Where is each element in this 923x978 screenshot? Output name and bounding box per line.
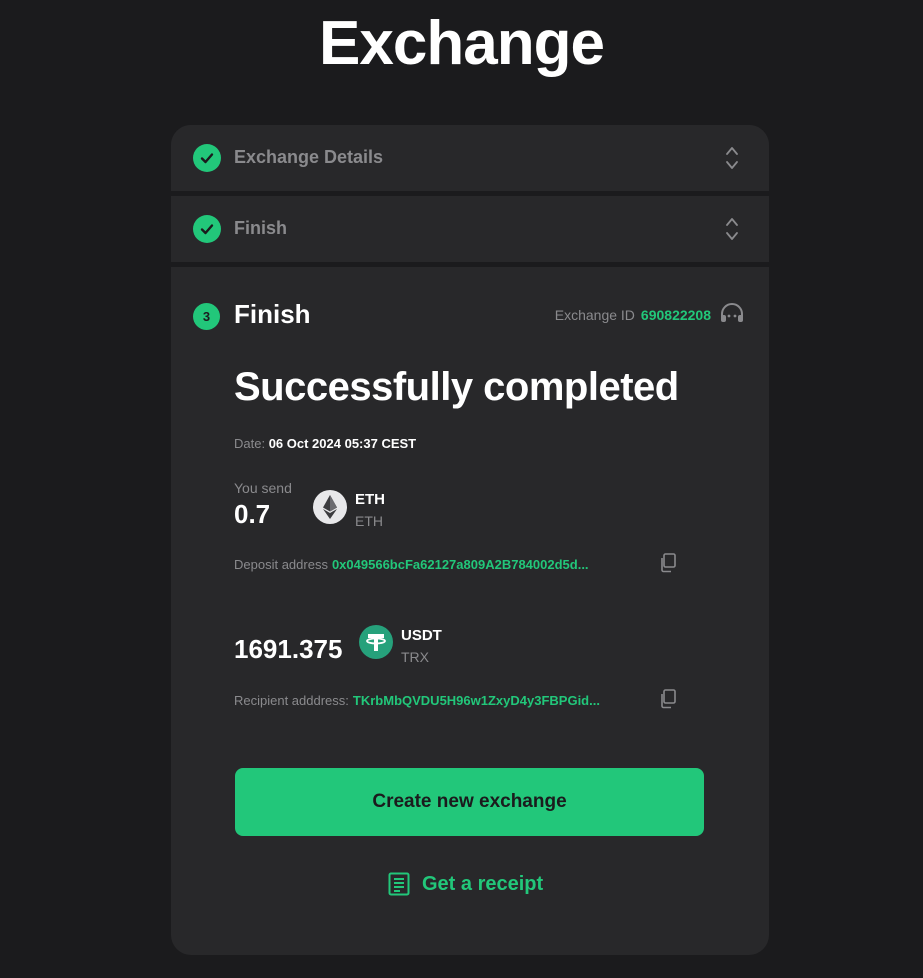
you-send-label: You send <box>234 480 292 496</box>
step-number-badge: 3 <box>193 303 220 330</box>
check-icon <box>193 215 221 243</box>
exchange-date: Date: 06 Oct 2024 05:37 CEST <box>234 436 416 451</box>
expand-chevron-icon[interactable] <box>725 144 739 172</box>
get-receipt-label: Get a receipt <box>422 872 544 895</box>
receive-network: TRX <box>401 649 429 665</box>
divider <box>171 262 769 267</box>
step-label: Finish <box>234 218 287 238</box>
step-exchange-details[interactable]: Exchange Details <box>171 125 769 191</box>
copy-icon[interactable] <box>659 689 677 709</box>
copy-icon[interactable] <box>659 553 677 573</box>
get-receipt-link[interactable]: Get a receipt <box>388 872 543 896</box>
send-amount: 0.7 <box>234 499 271 529</box>
send-network: ETH <box>355 513 383 529</box>
receive-amount: 1691.375 <box>234 634 343 664</box>
recipient-address-label: Recipient adddress: <box>234 693 349 708</box>
support-headset-icon[interactable] <box>719 302 745 326</box>
date-label: Date: <box>234 436 266 451</box>
receipt-icon <box>388 872 410 896</box>
deposit-address-value: 0x049566bcFa62127a809A2B784002d5d... <box>331 557 589 572</box>
check-icon <box>193 144 221 172</box>
exchange-id: Exchange ID 690822208 <box>555 307 711 323</box>
ethereum-icon <box>313 490 347 524</box>
create-new-exchange-button[interactable]: Create new exchange <box>235 768 704 836</box>
step-label: Exchange Details <box>234 147 384 167</box>
receive-ticker: USDT <box>401 627 442 644</box>
status-headline: Successfully completed <box>234 365 679 409</box>
exchange-id-value[interactable]: 690822208 <box>641 307 711 323</box>
deposit-address: Deposit address 0x049566bcFa62127a809A2B7… <box>234 557 589 572</box>
step-title: Finish <box>234 299 311 329</box>
deposit-address-label: Deposit address <box>234 557 328 572</box>
step-finish[interactable]: Finish <box>171 196 769 262</box>
page-title: Exchange <box>319 9 605 78</box>
date-value: 06 Oct 2024 05:37 CEST <box>268 436 417 451</box>
recipient-address: Recipient adddress: TKrbMbQVDU5H96w1ZxyD4… <box>234 693 600 708</box>
exchange-id-label: Exchange ID <box>554 307 635 323</box>
exchange-card: Exchange Details Finish 3 Finish Exchang… <box>171 125 769 955</box>
send-ticker: ETH <box>355 491 385 508</box>
recipient-address-value: TKrbMbQVDU5H96w1ZxyD4y3FBPGid... <box>352 693 600 708</box>
tether-icon <box>359 625 393 659</box>
expand-chevron-icon[interactable] <box>725 215 739 243</box>
